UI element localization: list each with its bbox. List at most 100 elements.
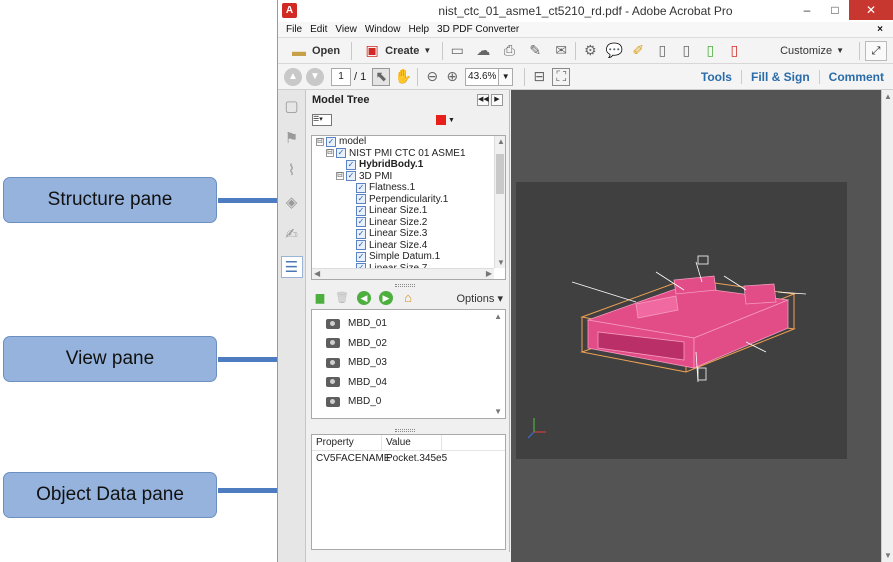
menu-file[interactable]: File [282, 24, 306, 35]
page-number-input[interactable]: 1 [331, 67, 351, 86]
pane-splitter[interactable] [395, 429, 415, 432]
signatures-icon[interactable]: ✍ [281, 224, 303, 246]
fit-page-icon[interactable]: ⊟ [530, 68, 548, 86]
scroll-left-icon[interactable]: ◀ [314, 269, 320, 278]
visibility-checkbox[interactable]: ✓ [356, 240, 366, 251]
zoom-dropdown-icon[interactable]: ▼ [499, 67, 514, 86]
scroll-down-icon[interactable]: ▼ [494, 407, 502, 416]
visibility-checkbox[interactable]: ✓ [356, 205, 366, 216]
options-dropdown[interactable]: Options ▾ [457, 292, 504, 305]
document-search-icon[interactable]: ▯ [677, 42, 695, 60]
email-icon[interactable]: ✉ [552, 42, 570, 60]
view-item[interactable]: MBD_03 [312, 353, 505, 373]
tree-node[interactable]: ✓ Simple Datum.1 [312, 251, 505, 263]
chevron-down-icon[interactable]: ▼ [448, 117, 455, 124]
document-area[interactable] [511, 90, 881, 562]
close-document-icon[interactable]: × [873, 24, 887, 35]
collapse-panel-icon[interactable]: ◀◀ [477, 94, 489, 106]
expand-toggle-icon[interactable]: ⊟ [336, 172, 344, 181]
tree-node[interactable]: ⊟ ✓ 3D PMI [312, 171, 505, 183]
zoom-out-icon[interactable]: ⊖ [423, 68, 441, 86]
document-icon[interactable]: ▯ [653, 42, 671, 60]
open-button[interactable]: ▬ Open [284, 40, 346, 62]
comment-pane-link[interactable]: Comment [818, 69, 893, 84]
create-view-icon[interactable]: ▆ [313, 291, 327, 305]
tree-options-icon[interactable]: ☰▾ [312, 114, 332, 126]
scroll-up-icon[interactable]: ▲ [497, 137, 505, 146]
zoom-level-input[interactable]: 43.6% [465, 67, 500, 86]
visibility-checkbox[interactable]: ✓ [346, 159, 356, 170]
tree-node[interactable]: ✓ Linear Size.3 [312, 228, 505, 240]
expand-icon[interactable]: ⤢ [865, 40, 887, 61]
document-vertical-scrollbar[interactable]: ▲ ▼ [881, 90, 893, 562]
print-icon[interactable]: ⎙ [500, 42, 518, 60]
scroll-up-icon[interactable]: ▲ [494, 312, 502, 321]
edit-document-icon[interactable]: ✎ [526, 42, 544, 60]
tools-pane-link[interactable]: Tools [692, 70, 741, 84]
menu-3d-pdf-converter[interactable]: 3D PDF Converter [433, 24, 523, 35]
hand-tool-icon[interactable]: ✋ [394, 68, 412, 86]
visibility-checkbox[interactable]: ✓ [346, 171, 356, 182]
color-swatch[interactable] [436, 115, 446, 125]
3d-model-viewport[interactable] [516, 182, 847, 459]
next-page-icon[interactable]: ▼ [306, 67, 324, 86]
highlight-icon[interactable]: ✐ [629, 42, 647, 60]
page-thumbnails-icon[interactable]: ▢ [281, 96, 303, 118]
full-screen-icon[interactable]: ⛶ [552, 67, 571, 86]
tree-node[interactable]: ✓ Linear Size.4 [312, 240, 505, 252]
menu-edit[interactable]: Edit [306, 24, 331, 35]
zoom-in-icon[interactable]: ⊕ [443, 68, 461, 86]
delete-view-icon[interactable]: 🗑 [335, 291, 349, 305]
structure-horizontal-scrollbar[interactable]: ◀ ▶ [312, 268, 494, 279]
structure-vertical-scrollbar[interactable]: ▲ ▼ [494, 136, 505, 268]
tree-node[interactable]: ✓ Linear Size.2 [312, 217, 505, 229]
menu-view[interactable]: View [331, 24, 361, 35]
visibility-checkbox[interactable]: ✓ [356, 217, 366, 228]
scroll-down-icon[interactable]: ▼ [884, 551, 892, 560]
customize-dropdown[interactable]: Customize ▼ [780, 45, 854, 57]
property-column-header[interactable]: Property [312, 435, 382, 450]
menu-window[interactable]: Window [361, 24, 405, 35]
visibility-checkbox[interactable]: ✓ [356, 228, 366, 239]
pane-splitter[interactable] [395, 284, 415, 287]
home-view-icon[interactable]: ⌂ [401, 291, 415, 305]
visibility-checkbox[interactable]: ✓ [336, 148, 346, 159]
visibility-checkbox[interactable]: ✓ [356, 182, 366, 193]
scroll-right-icon[interactable]: ▶ [486, 269, 492, 278]
value-column-header[interactable]: Value [382, 435, 442, 450]
visibility-checkbox[interactable]: ✓ [356, 194, 366, 205]
visibility-checkbox[interactable]: ✓ [326, 136, 336, 147]
maximize-button[interactable]: □ [821, 0, 849, 20]
previous-page-icon[interactable]: ▲ [284, 67, 302, 86]
expand-toggle-icon[interactable]: ⊟ [326, 149, 334, 158]
tree-node[interactable]: ✓ Flatness.1 [312, 182, 505, 194]
view-item[interactable]: MBD_02 [312, 334, 505, 354]
close-button[interactable]: ✕ [849, 0, 893, 20]
previous-view-icon[interactable]: ◀ [357, 291, 371, 305]
layers-icon[interactable]: ◈ [281, 192, 303, 214]
tree-node[interactable]: ✓ Perpendicularity.1 [312, 194, 505, 206]
create-button[interactable]: ▣ Create ▼ [357, 40, 437, 62]
options-arrow-icon[interactable]: ▶ [491, 94, 503, 106]
view-item[interactable]: MBD_04 [312, 373, 505, 393]
attachment-icon[interactable]: ⌇ [281, 160, 303, 182]
menu-help[interactable]: Help [404, 24, 433, 35]
document-star-icon[interactable]: ▯ [725, 42, 743, 60]
minimize-button[interactable]: – [793, 0, 821, 20]
visibility-checkbox[interactable]: ✓ [356, 251, 366, 262]
save-icon[interactable]: ▭ [448, 42, 466, 60]
tree-node[interactable]: ⊟ ✓ NIST PMI CTC 01 ASME1 [312, 148, 505, 160]
model-tree-icon[interactable]: ☰ [280, 256, 303, 278]
view-item[interactable]: MBD_01 [312, 314, 505, 334]
scroll-thumb[interactable] [496, 154, 504, 194]
fill-sign-pane-link[interactable]: Fill & Sign [740, 69, 819, 84]
view-item[interactable]: MBD_0 [312, 392, 505, 412]
expand-toggle-icon[interactable]: ⊟ [316, 137, 324, 146]
select-tool-icon[interactable]: ⬉ [372, 67, 391, 86]
tree-node[interactable]: ✓ Linear Size.1 [312, 205, 505, 217]
comment-bubble-icon[interactable]: 💬 [605, 42, 623, 60]
gear-icon[interactable]: ⚙ [581, 42, 599, 60]
next-view-icon[interactable]: ▶ [379, 291, 393, 305]
scroll-down-icon[interactable]: ▼ [497, 258, 505, 267]
tree-node[interactable]: ✓ HybridBody.1 [312, 159, 505, 171]
